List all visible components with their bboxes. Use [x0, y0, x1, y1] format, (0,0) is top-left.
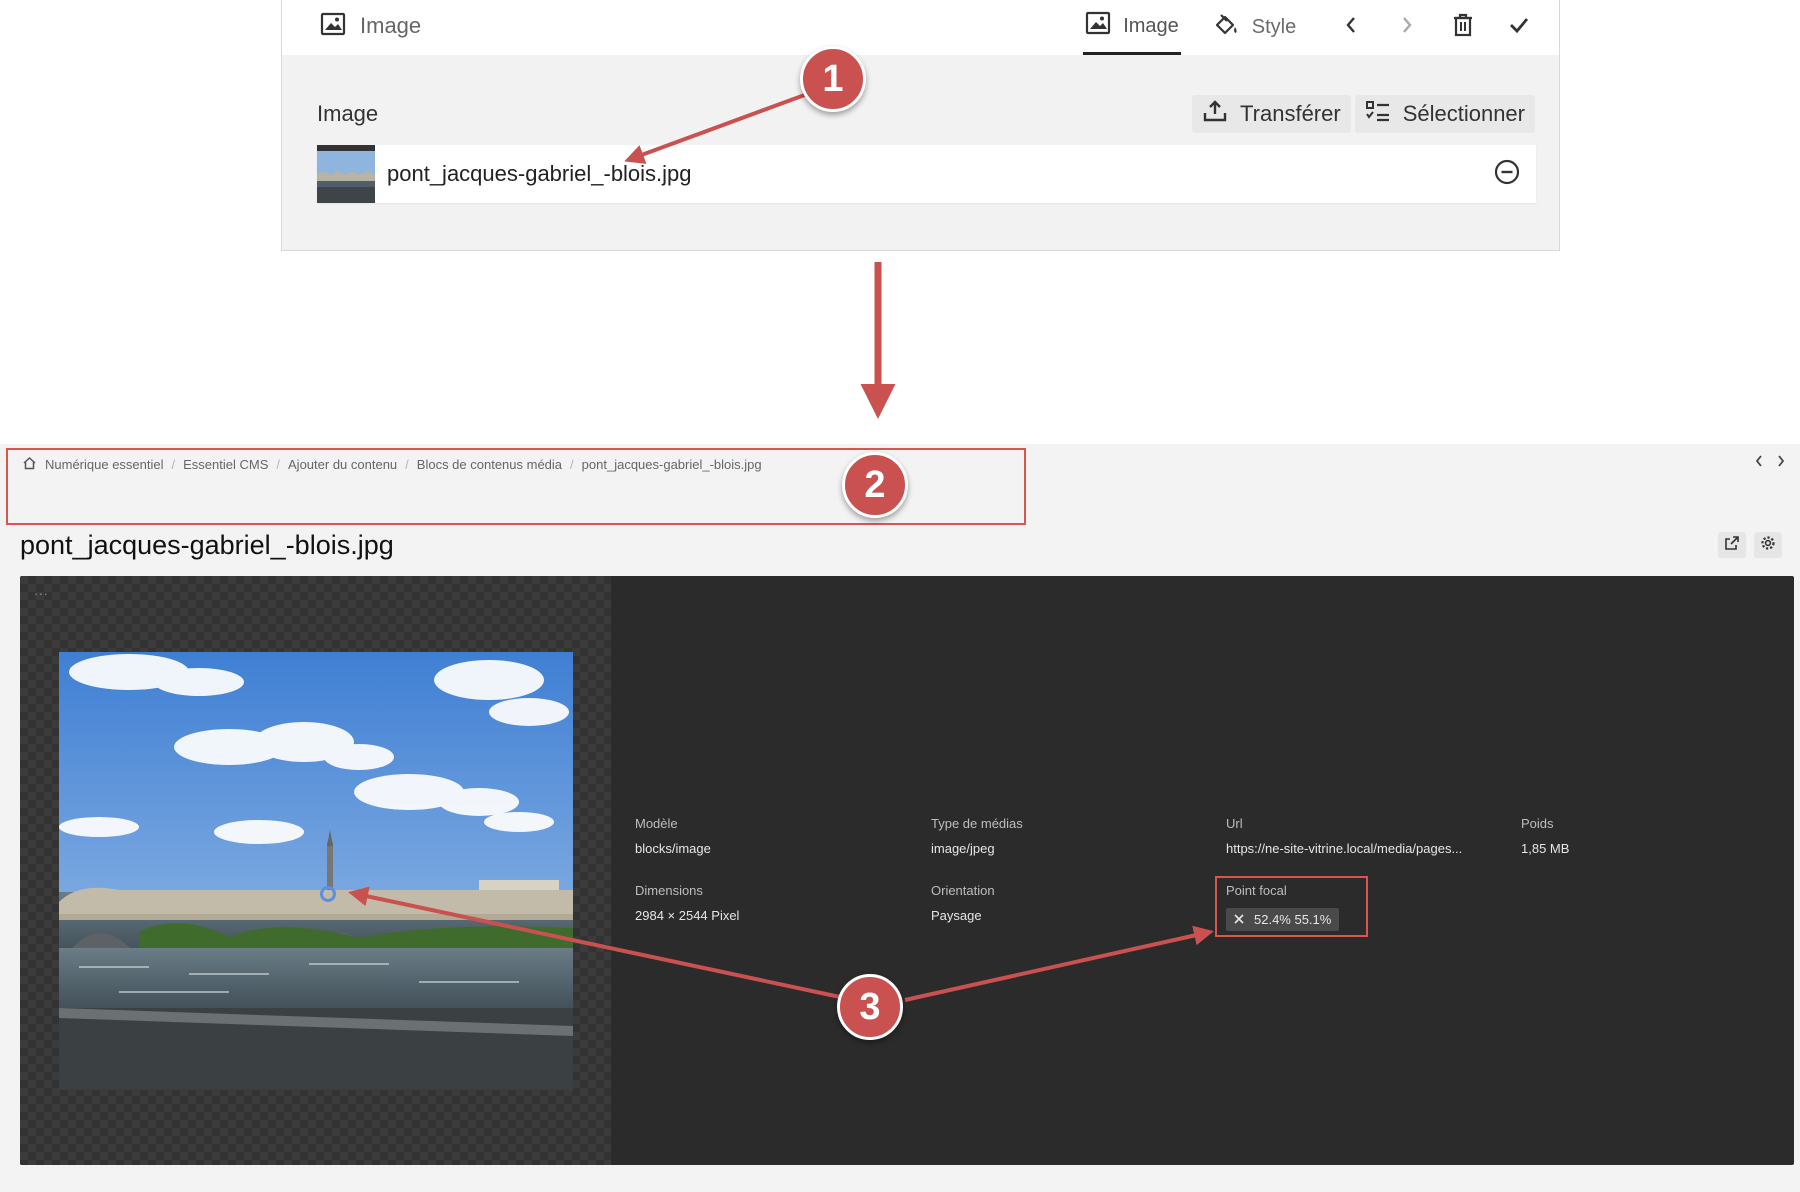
annotation-marker-3: 3: [837, 974, 903, 1040]
annotation-marker-1: 1: [800, 46, 866, 112]
focal-point-highlight: [1215, 876, 1368, 937]
annotation-marker-2: 2: [842, 452, 908, 518]
